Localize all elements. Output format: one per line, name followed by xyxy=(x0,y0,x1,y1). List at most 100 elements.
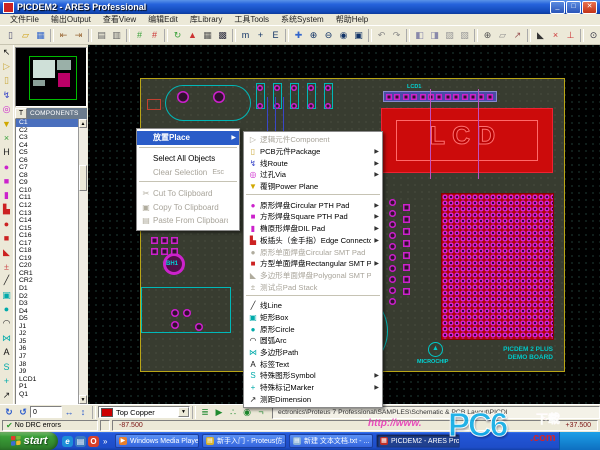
list-item-j7[interactable]: J7 xyxy=(16,353,79,361)
list-item-c4[interactable]: C4 xyxy=(16,142,79,150)
menu-output[interactable]: 输出Output xyxy=(45,14,97,25)
menu-item-rectangular-smt-pad[interactable]: ■方型单面焊盘Rectangular SMT Pad▶ xyxy=(244,258,382,270)
auto-name-icon[interactable]: # xyxy=(147,28,162,43)
ie-icon[interactable]: e xyxy=(62,436,73,447)
menu-item-box[interactable]: ▣矩形Box xyxy=(244,312,382,324)
list-item-c2[interactable]: C2 xyxy=(16,127,79,135)
taskbar-task-txt[interactable]: ▤新建 文本文档.txt - ... xyxy=(289,434,373,448)
list-item-c13[interactable]: C13 xyxy=(16,210,79,218)
redo-icon[interactable]: ↷ xyxy=(389,28,404,43)
list-item-c9[interactable]: C9 xyxy=(16,179,79,187)
circular-smt-tool[interactable]: ● xyxy=(0,217,13,231)
print-icon[interactable]: ▤ xyxy=(94,28,109,43)
menu-item-circle[interactable]: ●原形Circle xyxy=(244,323,382,335)
undo-icon[interactable]: ↶ xyxy=(374,28,389,43)
goto-icon[interactable]: E xyxy=(268,28,283,43)
close-button[interactable]: ✕ xyxy=(582,1,597,14)
mirror-horizontal-icon[interactable]: ↔ xyxy=(62,406,76,419)
list-item-c17[interactable]: C17 xyxy=(16,240,79,248)
menu-item-line[interactable]: ╱线Line xyxy=(244,300,382,312)
menu-item-paste-from-clipboard[interactable]: ▤Paste From Clipboard xyxy=(137,214,239,228)
new-file-icon[interactable]: ▯ xyxy=(3,28,18,43)
poly-smt-tool[interactable]: ◣ xyxy=(0,245,13,259)
menu-item-copy-to-clipboard[interactable]: ▣Copy To Clipboard xyxy=(137,200,239,214)
metric-icon[interactable]: m xyxy=(238,28,253,43)
layer-selector[interactable]: Top Copper ▼ xyxy=(98,406,190,418)
menu-item-dimension[interactable]: ↗测距Dimension xyxy=(244,393,382,405)
taskbar-task-windows-media-player[interactable]: ▶Windows Media Player xyxy=(115,434,199,448)
list-item-d5[interactable]: D5 xyxy=(16,315,79,323)
grid-icon[interactable]: ▦ xyxy=(200,28,215,43)
list-item-c5[interactable]: C5 xyxy=(16,149,79,157)
list-item-c20[interactable]: C20 xyxy=(16,262,79,270)
menu-item-dil-pad[interactable]: ▮椭原形焊盘DIL Pad▶ xyxy=(244,223,382,235)
line-tool[interactable]: ╱ xyxy=(0,274,13,288)
list-item-cr2[interactable]: CR2 xyxy=(16,277,79,285)
list-item-lcd1[interactable]: LCD1 xyxy=(16,376,79,384)
list-item-p1[interactable]: P1 xyxy=(16,383,79,391)
menu-tools[interactable]: 工具Tools xyxy=(228,14,275,25)
menu-item-pad-stack[interactable]: ±测试点Pad Stack xyxy=(244,281,382,293)
list-item-c18[interactable]: C18 xyxy=(16,247,79,255)
dil-pad-tool[interactable]: ▮ xyxy=(0,188,13,202)
start-button[interactable]: start xyxy=(0,432,58,450)
redraw-icon[interactable]: ↻ xyxy=(170,28,185,43)
menu-item-path[interactable]: ⋈多边形Path xyxy=(244,347,382,359)
list-item-cr1[interactable]: CR1 xyxy=(16,270,79,278)
pin-swap-icon[interactable]: ⊥ xyxy=(563,28,578,43)
menu-item-power-plane[interactable]: ▼覆铜Power Plane xyxy=(244,181,382,193)
zoom-all-icon[interactable]: ◉ xyxy=(336,28,351,43)
zoom-select-icon[interactable]: ⊕ xyxy=(480,28,495,43)
quick-launch-overflow-icon[interactable]: » xyxy=(101,437,109,446)
list-item-c11[interactable]: C11 xyxy=(16,194,79,202)
rect-smt-tool[interactable]: ■ xyxy=(0,231,13,245)
menu-help[interactable]: 帮助Help xyxy=(330,14,374,25)
list-item-c6[interactable]: C6 xyxy=(16,157,79,165)
trace-style-icon[interactable]: ↗ xyxy=(510,28,525,43)
menu-item-marker[interactable]: +特殊标记Marker▶ xyxy=(244,382,382,394)
list-item-d4[interactable]: D4 xyxy=(16,308,79,316)
text-tool[interactable]: A xyxy=(0,345,13,359)
menu-item-symbol[interactable]: S特殊图形Symbol▶ xyxy=(244,370,382,382)
zoom-out-icon[interactable]: ⊖ xyxy=(321,28,336,43)
rotate-cw-icon[interactable]: ↻ xyxy=(2,406,16,419)
menu-item-circular-smt-pad[interactable]: ●原形单面焊盘Circular SMT Pad xyxy=(244,246,382,258)
package-tool[interactable]: ▯ xyxy=(0,74,13,88)
ratsnest-tool[interactable]: × xyxy=(0,131,13,145)
list-item-c1[interactable]: C1 xyxy=(16,119,79,127)
menu-item-clear-selection[interactable]: Clear SelectionEsc xyxy=(137,166,239,180)
maximize-button[interactable]: □ xyxy=(566,1,581,14)
menu-edit[interactable]: 编辑Edit xyxy=(142,14,184,25)
arc-tool[interactable]: ◠ xyxy=(0,317,13,331)
menu-item-circular-pth-pad[interactable]: ●原形焊盘Circular PTH Pad▶ xyxy=(244,199,382,211)
list-item-c14[interactable]: C14 xyxy=(16,217,79,225)
menu-library[interactable]: 库Library xyxy=(184,14,228,25)
list-item-j9[interactable]: J9 xyxy=(16,368,79,376)
layer-dropdown-icon[interactable]: ▼ xyxy=(178,407,189,417)
force-vector-icon[interactable]: × xyxy=(548,28,563,43)
layer-stack-icon[interactable]: ≣ xyxy=(198,406,212,419)
block-copy-icon[interactable]: ▨ xyxy=(442,28,457,43)
list-item-c12[interactable]: C12 xyxy=(16,202,79,210)
origin-icon[interactable]: ▩ xyxy=(215,28,230,43)
via-tool[interactable]: ◎ xyxy=(0,102,13,116)
list-item-c19[interactable]: C19 xyxy=(16,255,79,263)
dimension-tool[interactable]: ↗ xyxy=(0,388,13,402)
polar-coords-icon[interactable]: + xyxy=(253,28,268,43)
import-icon[interactable]: ⇤ xyxy=(56,28,71,43)
scrollbar-thumb[interactable] xyxy=(79,165,87,191)
menu-system[interactable]: 系统System xyxy=(275,14,330,25)
trace-mode-icon[interactable]: ▶ xyxy=(212,406,226,419)
menu-item-place[interactable]: 放置Place▶ xyxy=(137,131,239,145)
box-tool[interactable]: ▣ xyxy=(0,288,13,302)
search-tag-icon[interactable]: # xyxy=(132,28,147,43)
list-item-c8[interactable]: C8 xyxy=(16,172,79,180)
rotation-angle-input[interactable] xyxy=(30,406,62,418)
open-file-icon[interactable]: ▱ xyxy=(18,28,33,43)
menu-item-square-pth-pad[interactable]: ■方形焊盘Square PTH Pad▶ xyxy=(244,211,382,223)
list-item-c16[interactable]: C16 xyxy=(16,232,79,240)
list-item-c10[interactable]: C10 xyxy=(16,187,79,195)
snap-grid-icon[interactable]: ∴ xyxy=(226,406,240,419)
ratsnest-icon[interactable]: ◣ xyxy=(533,28,548,43)
menu-item-polygonal-smt-pad[interactable]: ◣多边形单面焊盘Polygonal SMT Pad xyxy=(244,270,382,282)
